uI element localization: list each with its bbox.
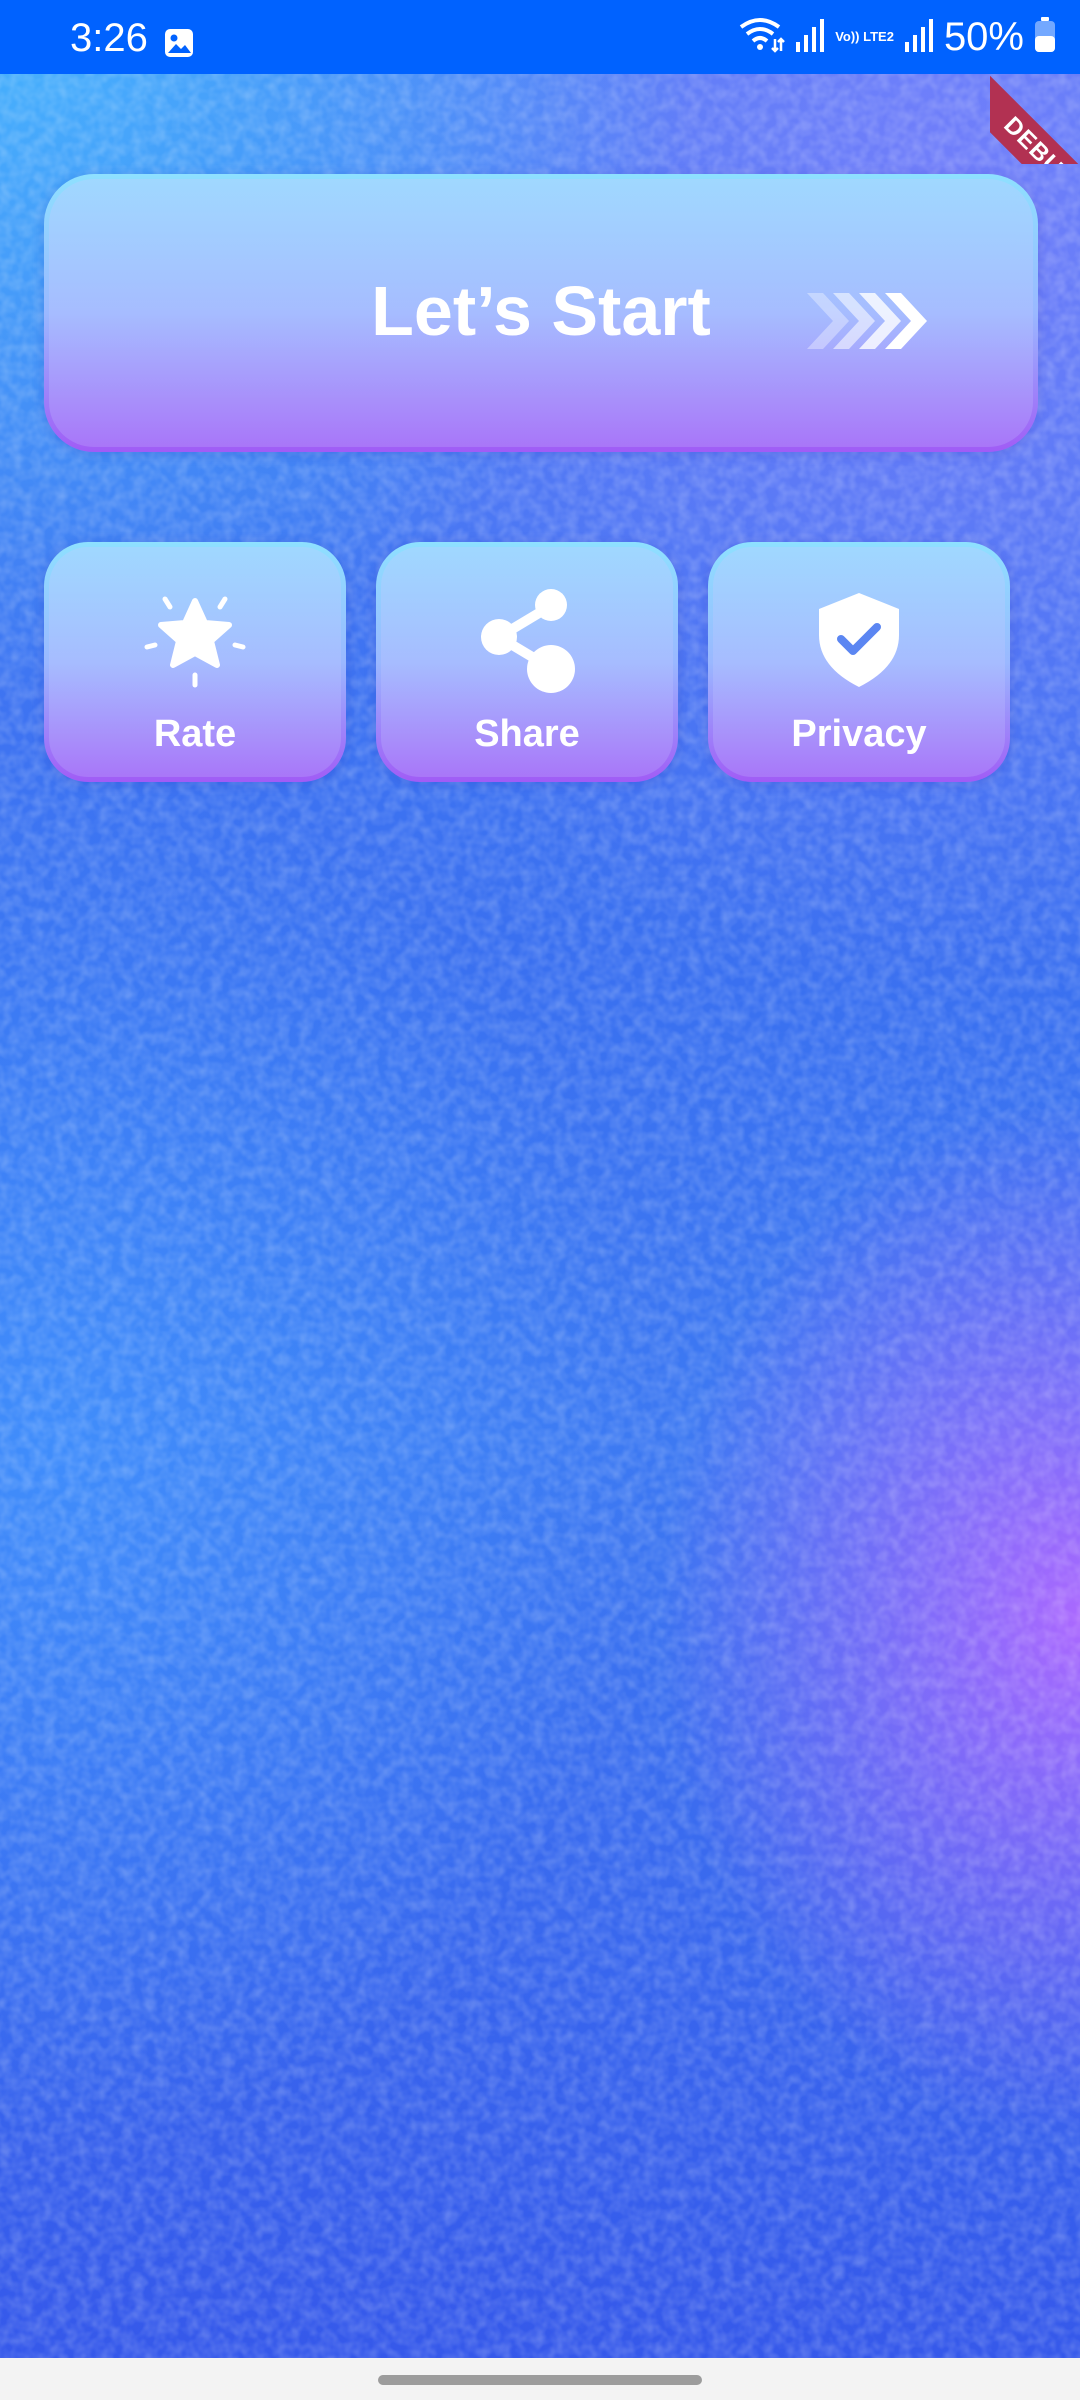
system-nav-bar: [0, 2358, 1080, 2400]
battery-icon: [1034, 16, 1056, 58]
signal-icon: [795, 18, 825, 57]
debug-banner: DEBUG: [990, 74, 1080, 164]
shield-check-icon: [713, 589, 1005, 693]
status-bar: 3:26 Vo)) LTE2 50%: [0, 0, 1080, 74]
chevrons-right-icon: [803, 289, 933, 358]
privacy-button[interactable]: Privacy: [708, 542, 1010, 782]
signal-icon-2: [904, 18, 934, 57]
debug-banner-wrap: DEBUG: [990, 74, 1080, 164]
share-label: Share: [474, 713, 580, 755]
status-icons: Vo)) LTE2 50%: [739, 12, 1056, 62]
privacy-label: Privacy: [791, 713, 927, 755]
home-gesture-handle[interactable]: [378, 2375, 702, 2385]
battery-percent: 50%: [943, 14, 1024, 59]
wifi-icon: [739, 17, 786, 58]
star-icon: [49, 589, 341, 693]
status-time: 3:26: [70, 16, 148, 60]
gallery-notification-icon: [164, 28, 194, 63]
lets-start-button[interactable]: Let’s Start: [44, 174, 1038, 452]
share-icon: [381, 589, 673, 693]
rate-button[interactable]: Rate: [44, 542, 346, 782]
share-button[interactable]: Share: [376, 542, 678, 782]
network-label: Vo)) LTE2: [835, 29, 894, 44]
rate-label: Rate: [153, 713, 237, 755]
